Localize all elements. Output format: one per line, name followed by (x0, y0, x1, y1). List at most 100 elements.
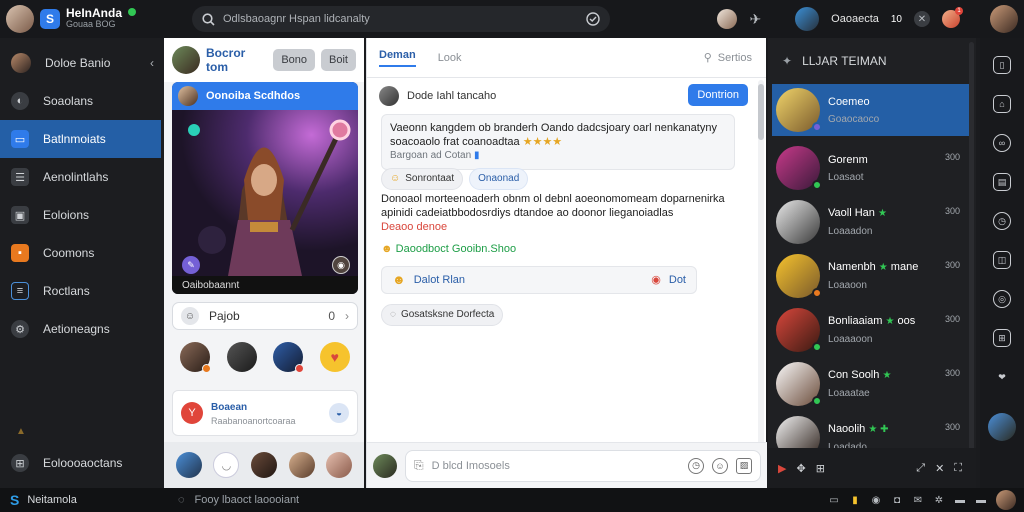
emoji-icon: ☻ (381, 243, 393, 255)
settings-icon[interactable]: ✲ (933, 494, 945, 506)
user-count: 10 (890, 13, 902, 25)
contact-item[interactable]: Gorenm Loasaot 300 (772, 142, 970, 194)
panel-search-row[interactable]: ☺ Pajob 0 › (172, 302, 358, 330)
chat-scrollbar[interactable] (758, 80, 764, 480)
attachment-card[interactable]: ☻ Dalot Rlan ◉ Dot (381, 266, 697, 294)
link-icon[interactable]: ∞ (993, 134, 1011, 152)
verified-icon[interactable] (586, 12, 600, 26)
account-avatar[interactable] (990, 5, 1018, 33)
battery-icon[interactable]: ▬ (975, 494, 987, 506)
note-icon[interactable]: ▯ (993, 56, 1011, 74)
tab-main[interactable]: Deman (379, 49, 416, 67)
chat-avatar[interactable] (379, 86, 399, 106)
contacts-scrollbar[interactable] (969, 42, 974, 482)
profile-avatar[interactable] (6, 5, 34, 33)
expand-icon[interactable]: ⤢ (916, 462, 925, 475)
friend-avatar[interactable] (180, 342, 212, 373)
grid-icon[interactable]: ⊞ (993, 329, 1011, 347)
rail-avatar[interactable] (988, 413, 1016, 441)
sidebar-item-notifications[interactable]: ☰ Aenolintlahs (0, 158, 164, 196)
attachment-action[interactable]: Dot (669, 273, 686, 287)
contact-item[interactable]: Namenbh ★ mane Loaaoon 300 (772, 250, 970, 302)
network-icon[interactable]: ▬ (954, 494, 966, 506)
lock-icon[interactable]: ◒ (329, 403, 349, 423)
message-input[interactable] (431, 459, 680, 472)
sidebar-item-collections[interactable]: ▣ Eoloions (0, 196, 164, 234)
reaction-chip[interactable]: Onaonad (469, 168, 529, 190)
mini-card[interactable]: Y Boaean Raabanoanortcoaraa ◒ (172, 390, 358, 436)
close-icon[interactable]: ✕ (935, 462, 944, 475)
feature-card[interactable]: Oonoiba Scdhdos ✎ ◉ Oaibobaannt (172, 82, 358, 294)
heart-avatar[interactable]: ♥ (319, 342, 350, 372)
friend-avatar[interactable] (175, 452, 202, 478)
image-icon[interactable]: ▨ (736, 457, 752, 474)
sidebar-item-settings[interactable]: ⚙ Aetioneagns (0, 310, 164, 348)
friend-avatar[interactable] (288, 452, 315, 478)
search-bar[interactable] (192, 6, 610, 32)
message-input-box[interactable]: ⎘ ◷ ☺ ▨ (405, 449, 761, 482)
search-input[interactable] (223, 13, 578, 25)
tray-avatar[interactable] (996, 490, 1016, 510)
emoji-icon[interactable]: ☺ (712, 457, 728, 474)
panel-button-two[interactable]: Boit (321, 49, 356, 71)
contact-item[interactable]: Coemeo Goaocaoco (772, 84, 970, 136)
pin-icon[interactable]: ✈ (749, 11, 761, 28)
move-icon[interactable]: ✥ (796, 462, 805, 475)
panel-button-one[interactable]: Bono (273, 49, 316, 71)
friend-avatar[interactable] (717, 9, 738, 29)
compass-icon[interactable]: ◷ (993, 212, 1011, 230)
contact-item[interactable]: Bonliaaiam ★ oos Loaaaoon 300 (772, 304, 970, 356)
contact-subtitle: Loasaot (828, 171, 864, 183)
tab-look[interactable]: Look (438, 52, 462, 64)
screen-icon[interactable]: ▭ (828, 494, 840, 506)
record-icon[interactable]: ◉ (870, 494, 882, 506)
sidebar-item-messages[interactable]: ▭ Batlnmoiats (0, 120, 161, 158)
sidebar-item-routines[interactable]: ≡ Roctlans (0, 272, 164, 310)
chat-icon[interactable]: ✉ (912, 494, 924, 506)
message-highlight: Deaoo denoe (381, 221, 448, 233)
friend-avatar[interactable] (326, 452, 353, 478)
clock-icon[interactable]: ◷ (688, 457, 704, 474)
reaction-chip[interactable]: ☺ Sonrontaat (381, 168, 464, 190)
hearts-icon[interactable]: ❤ (993, 368, 1011, 386)
contact-item[interactable]: Con Soolh ★ Loaaatae 300 (772, 358, 970, 410)
support-icon[interactable]: ◎ (993, 290, 1011, 308)
edit-icon[interactable]: ✎ (182, 256, 200, 274)
profile-icon (11, 53, 31, 73)
sidebar-item-sessions[interactable]: ◐ Soaolans (0, 82, 164, 120)
sidebar-item-commons[interactable]: ▪ Coomons (0, 234, 164, 272)
square-icon[interactable]: ◫ (993, 251, 1011, 269)
settings-link[interactable]: ⚲ Sertios (704, 51, 752, 65)
sidebar-item-profile[interactable]: Doloe Banio ‹ (0, 44, 164, 82)
attach-icon[interactable]: ⎘ (414, 458, 424, 473)
online-status-icon (128, 8, 137, 16)
friend-avatar[interactable] (250, 452, 277, 478)
maximize-icon[interactable]: ⛶ (954, 462, 962, 475)
chevron-right-icon[interactable]: › (345, 309, 349, 323)
notifications-button[interactable]: 1 (942, 7, 963, 28)
friend-avatar[interactable] (226, 342, 257, 372)
friend-avatar[interactable] (273, 342, 305, 373)
store-icon[interactable]: ▤ (993, 173, 1011, 191)
chat-header-button[interactable]: Dontrion (688, 84, 748, 106)
folder-icon[interactable]: ▮ (849, 494, 861, 506)
contact-item[interactable]: Vaoll Han ★ Loaaadon 300 (772, 196, 970, 248)
user-avatar[interactable] (795, 7, 820, 31)
suggestion-label: Gosatsksne Dorfecta (400, 309, 495, 320)
chevron-left-icon[interactable]: ‹ (150, 56, 154, 70)
flag-icon[interactable]: ▶ (778, 462, 786, 475)
sidebar-item-collections-bottom[interactable]: ⊞ Eoloooaoctans (0, 444, 164, 482)
grid-icon[interactable]: ⊞ (816, 462, 825, 475)
contact-time: 300 (944, 368, 960, 378)
info-icon: ◌ (390, 309, 396, 320)
camera-icon[interactable]: ◘ (891, 494, 903, 506)
close-icon[interactable]: ✕ (914, 11, 930, 27)
status-icon: ◌ (178, 494, 185, 506)
app-logo-icon: S (40, 9, 60, 29)
shop-icon[interactable]: ⌂ (993, 95, 1011, 113)
suggestion-chip[interactable]: ◌ Gosatsksne Dorfecta (381, 304, 504, 326)
media-icon[interactable]: ◉ (332, 256, 350, 274)
app-subtitle: Gouaa BOG (66, 19, 116, 29)
panel-avatar[interactable] (172, 46, 200, 74)
smile-icon[interactable]: ◡ (213, 452, 240, 478)
